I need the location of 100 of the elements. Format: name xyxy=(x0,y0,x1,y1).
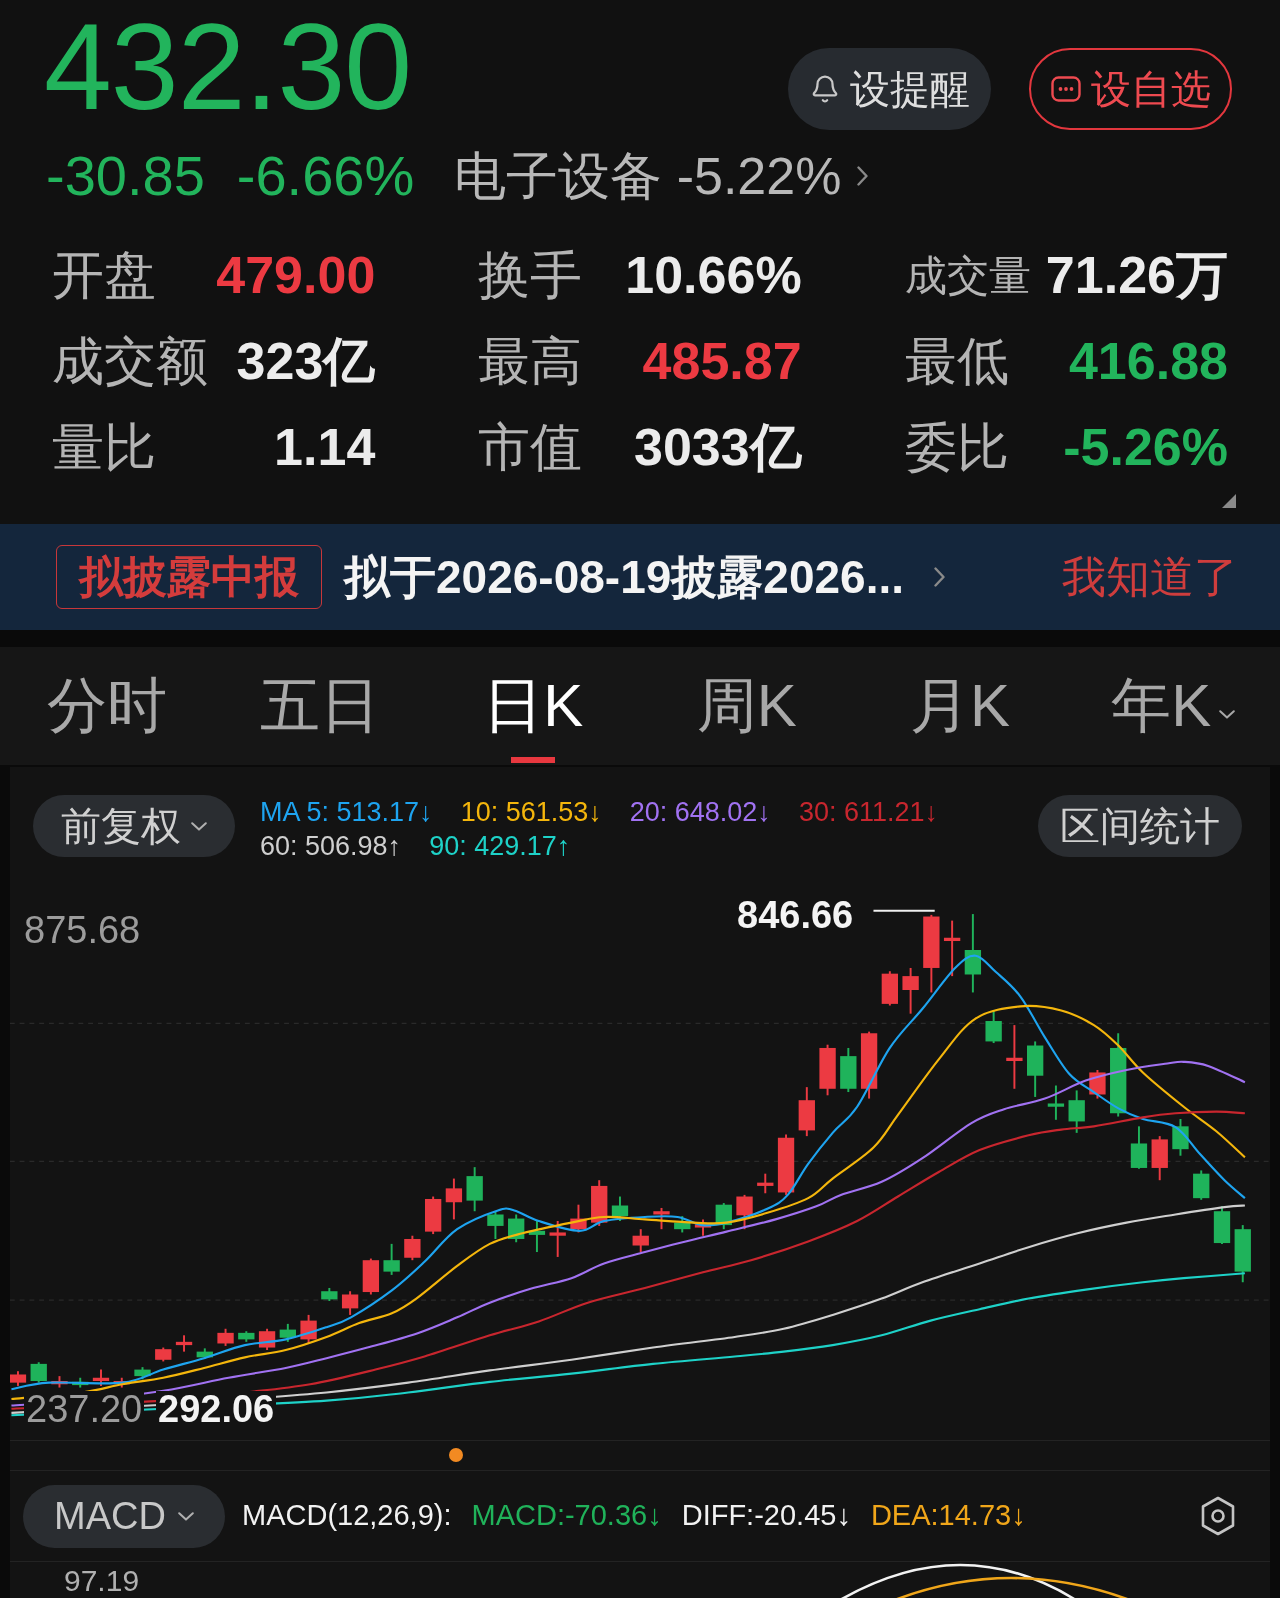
moving-average-legend: 60: 506.98↑ xyxy=(260,829,402,863)
candlestick xyxy=(217,1327,234,1347)
candlestick xyxy=(508,1213,525,1244)
stat-value: 479.00 xyxy=(216,245,376,306)
high-price-label: 846.66 xyxy=(737,895,854,935)
candlestick xyxy=(10,1370,27,1387)
add-watchlist-button[interactable]: 设自选 xyxy=(1029,48,1232,130)
stock-price: 432.30 xyxy=(44,6,412,128)
settings-icon[interactable] xyxy=(1200,1496,1236,1536)
candlestick xyxy=(300,1313,317,1345)
candlestick xyxy=(238,1330,255,1343)
candlestick xyxy=(591,1179,608,1227)
candlestick xyxy=(881,970,898,1007)
caret-icon xyxy=(1219,709,1236,719)
period-tab[interactable]: 年K xyxy=(1066,647,1280,765)
corner-triangle-icon xyxy=(1222,494,1236,508)
stat-value: 485.87 xyxy=(642,331,802,392)
candlestick xyxy=(279,1322,296,1343)
stat-value: -5.26% xyxy=(1063,417,1228,478)
period-tab[interactable]: 五日 xyxy=(213,647,427,765)
stat-value: 416.88 xyxy=(1068,331,1228,392)
candlestick xyxy=(196,1347,213,1360)
stat-value: 323亿 xyxy=(236,331,376,392)
candlestick xyxy=(819,1043,836,1097)
stat-label: 量比 xyxy=(52,417,156,478)
candlestick xyxy=(466,1166,483,1213)
stat-value: 71.26万 xyxy=(1045,245,1228,306)
candlestick xyxy=(528,1220,546,1253)
candlestick xyxy=(30,1361,47,1384)
candlestick xyxy=(72,1376,89,1389)
candlestick xyxy=(798,1086,815,1138)
candlestick xyxy=(715,1202,732,1231)
stat-value: 3033亿 xyxy=(633,417,802,478)
candlestick xyxy=(1213,1205,1231,1245)
macd-axis-label: 97.19 xyxy=(64,1565,140,1597)
indicator-value: MACD:-70.36↓ xyxy=(471,1498,662,1534)
candlestick xyxy=(840,1047,857,1093)
candlestick xyxy=(943,919,961,978)
candlestick xyxy=(1006,1024,1023,1090)
indicator-dropdown[interactable]: MACD xyxy=(23,1484,225,1548)
indicator-value: DIFF:-20.45↓ xyxy=(681,1498,851,1534)
stat-label: 委比 xyxy=(904,417,1009,478)
set-alert-button[interactable]: 设提醒 xyxy=(788,48,991,130)
candlestick xyxy=(362,1257,380,1296)
stat-label: 换手 xyxy=(478,245,583,306)
candlestick xyxy=(694,1218,712,1237)
moving-average-legend: 20: 648.02↓ xyxy=(629,795,771,829)
leader-line xyxy=(872,909,936,912)
candlestick xyxy=(777,1133,795,1196)
candlestick xyxy=(1234,1224,1251,1284)
candlestick xyxy=(341,1290,359,1316)
candlestick xyxy=(1089,1069,1106,1100)
candlestick xyxy=(425,1195,442,1236)
axis-max-label: 875.68 xyxy=(24,910,141,950)
indicator-params: MACD(12,26,9): xyxy=(242,1498,452,1534)
stat-label: 最低 xyxy=(904,331,1009,392)
stat-label: 市值 xyxy=(478,417,583,478)
candlestick xyxy=(653,1207,670,1231)
chevron-right-icon xyxy=(857,166,869,186)
moving-average-legend: 30: 611.21↓ xyxy=(798,795,938,829)
candlestick xyxy=(985,1009,1002,1045)
stat-value: 10.66% xyxy=(625,245,802,306)
candlestick xyxy=(487,1210,504,1240)
period-tab[interactable]: 月K xyxy=(853,647,1067,765)
caret-icon xyxy=(177,1511,194,1521)
candlestick xyxy=(1151,1135,1168,1182)
candlestick xyxy=(1130,1125,1148,1170)
candlestick xyxy=(632,1228,649,1253)
period-tab[interactable]: 分时 xyxy=(0,647,214,765)
candlestick xyxy=(258,1327,276,1351)
stat-label: 成交额 xyxy=(52,331,208,392)
candlestick xyxy=(155,1346,172,1363)
indicator-value: DEA:14.73↓ xyxy=(870,1498,1026,1534)
moving-average-legend: MA 5: 513.17↓ xyxy=(260,795,433,829)
candlestick xyxy=(549,1220,566,1258)
chevron-right-icon[interactable] xyxy=(934,567,945,587)
moving-average-legend: 10: 561.53↓ xyxy=(460,795,602,829)
notice-badge: 拟披露中报 xyxy=(56,545,322,609)
notice-text[interactable]: 拟于2026-08-19披露2026... xyxy=(344,542,904,612)
event-marker-icon[interactable] xyxy=(449,1448,463,1462)
period-tab[interactable]: 日K xyxy=(426,647,640,765)
candlestick xyxy=(757,1172,774,1195)
candlestick xyxy=(1172,1118,1189,1157)
stat-value: 1.14 xyxy=(274,417,376,478)
range-stats-button[interactable]: 区间统计 xyxy=(1038,795,1242,857)
candlestick xyxy=(92,1368,110,1387)
candlestick xyxy=(383,1242,400,1276)
price-adjustment-dropdown[interactable]: 前复权 xyxy=(33,795,235,857)
candlestick xyxy=(175,1334,193,1353)
candlestick xyxy=(445,1177,463,1221)
stat-label: 开盘 xyxy=(52,245,156,306)
candlestick xyxy=(1193,1169,1210,1201)
moving-average-legend: 90: 429.17↑ xyxy=(429,829,571,863)
sector-link[interactable]: 电子设备 -5.22% xyxy=(454,140,869,212)
stat-label: 最高 xyxy=(478,331,583,392)
candlestick xyxy=(1027,1040,1044,1098)
candlestick xyxy=(674,1215,691,1234)
period-tab[interactable]: 周K xyxy=(640,647,854,765)
candlestick xyxy=(1068,1089,1085,1134)
stat-label: 成交量 xyxy=(904,250,1031,301)
